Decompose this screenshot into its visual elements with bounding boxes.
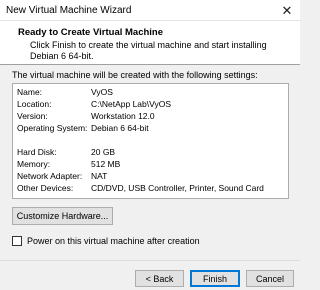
wizard-header: Ready to Create Virtual Machine Click Fi…: [0, 21, 300, 65]
settings-value: 20 GB: [91, 147, 116, 157]
settings-summary-box: Name: VyOS Location: C:\NetApp Lab\VyOS …: [12, 83, 289, 199]
settings-key: Version:: [17, 111, 48, 121]
power-on-label[interactable]: Power on this virtual machine after crea…: [27, 236, 200, 246]
back-button[interactable]: < Back: [135, 270, 184, 287]
settings-key: Name:: [17, 87, 43, 97]
settings-value: Debian 6 64-bit: [91, 123, 149, 133]
finish-button[interactable]: Finish: [190, 270, 240, 287]
settings-row-location: Location: C:\NetApp Lab\VyOS: [17, 98, 287, 110]
settings-value: Workstation 12.0: [91, 111, 155, 121]
settings-key: Hard Disk:: [17, 147, 57, 157]
settings-row-name: Name: VyOS: [17, 86, 287, 98]
settings-intro: The virtual machine will be created with…: [12, 70, 258, 80]
settings-key: Operating System:: [17, 123, 88, 133]
settings-row-os: Operating System: Debian 6 64-bit: [17, 122, 287, 134]
settings-key: Other Devices:: [17, 183, 74, 193]
settings-row-memory: Memory: 512 MB: [17, 158, 287, 170]
settings-key: Network Adapter:: [17, 171, 83, 181]
cancel-button[interactable]: Cancel: [246, 270, 294, 287]
close-icon[interactable]: ✕: [274, 0, 300, 21]
settings-row-network: Network Adapter: NAT: [17, 170, 287, 182]
power-on-option[interactable]: Power on this virtual machine after crea…: [12, 235, 200, 247]
settings-row-hard-disk: Hard Disk: 20 GB: [17, 146, 287, 158]
settings-value: CD/DVD, USB Controller, Printer, Sound C…: [91, 183, 264, 193]
footer-divider: [0, 260, 300, 261]
power-on-checkbox[interactable]: [12, 236, 22, 246]
window-title: New Virtual Machine Wizard: [6, 5, 132, 16]
settings-value: VyOS: [91, 87, 113, 97]
settings-value: 512 MB: [91, 159, 121, 169]
settings-value: C:\NetApp Lab\VyOS: [91, 99, 172, 109]
settings-key: Memory:: [17, 159, 51, 169]
settings-value: NAT: [91, 171, 108, 181]
settings-row-version: Version: Workstation 12.0: [17, 110, 287, 122]
settings-row-other-devices: Other Devices: CD/DVD, USB Controller, P…: [17, 182, 287, 194]
settings-key: Location:: [17, 99, 52, 109]
page-description: Click Finish to create the virtual machi…: [30, 40, 267, 61]
title-bar: New Virtual Machine Wizard ✕: [0, 0, 300, 21]
customize-hardware-button[interactable]: Customize Hardware...: [12, 207, 113, 225]
page-title: Ready to Create Virtual Machine: [18, 27, 164, 38]
